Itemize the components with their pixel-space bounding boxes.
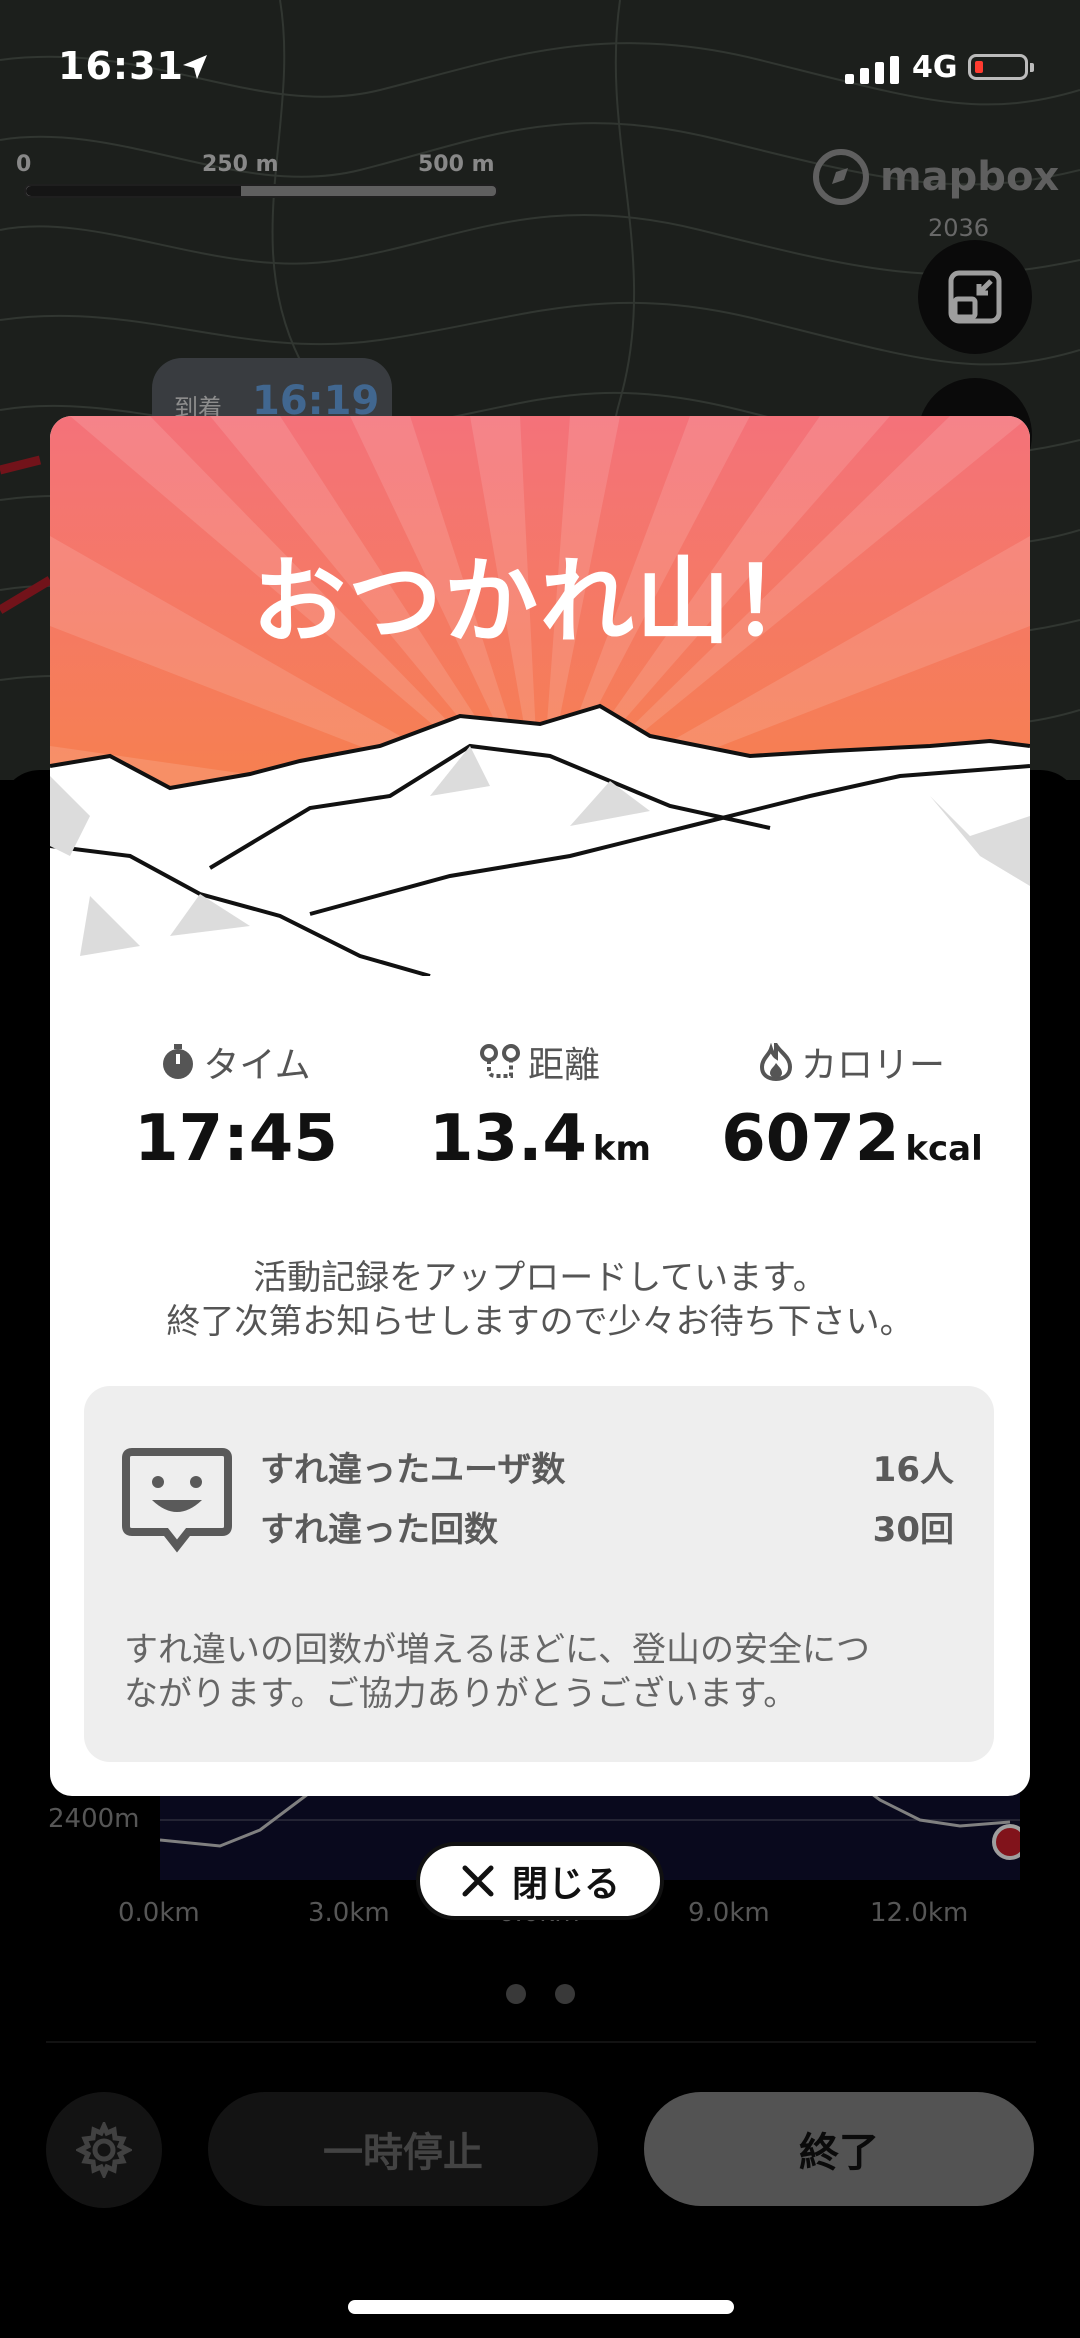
flame-icon: [759, 1043, 792, 1081]
hero-illustration: [50, 416, 1030, 976]
route-icon: [479, 1044, 520, 1078]
upload-message-line2: 終了次第お知らせしますので少々お待ち下さい。: [166, 1302, 914, 1342]
close-button[interactable]: 閉じる: [416, 1842, 664, 1920]
passing-count-label: すれ違った回数: [260, 1510, 498, 1550]
upload-message: 活動記録をアップロードしています。 終了次第お知らせしますので少々お待ち下さい。: [50, 1256, 1030, 1344]
passing-users-value: 16人: [872, 1450, 954, 1490]
stat-distance: 距離 13.4 km: [390, 1036, 690, 1176]
passing-info-box: すれ違ったユーザ数 16人 すれ違った回数 30回 すれ違いの回数が増えるほどに…: [84, 1386, 994, 1762]
passing-note: すれ違いの回数が増えるほどに、登山の安全につ ながります。ご協力ありがとうござい…: [124, 1628, 964, 1716]
passing-note-line2: ながります。ご協力ありがとうございます。: [124, 1674, 798, 1714]
modal-title: おつかれ山！: [251, 548, 828, 657]
stat-distance-unit: km: [592, 1129, 651, 1169]
signal-icon: [845, 56, 899, 84]
stat-distance-label: 距離: [527, 1045, 600, 1086]
close-icon: [462, 1865, 494, 1897]
stopwatch-icon: [163, 1044, 194, 1079]
battery-icon: [968, 54, 1034, 80]
home-indicator[interactable]: [348, 2300, 734, 2314]
stat-calories-unit: kcal: [905, 1129, 983, 1169]
summit-complete-modal: おつかれ山！ タイム 17:45 距離 13.4 km カロリー 6072 kc…: [50, 416, 1030, 1796]
network-type: 4G: [912, 50, 958, 85]
passing-users-label: すれ違ったユーザ数: [260, 1450, 566, 1490]
passing-note-line1: すれ違いの回数が増えるほどに、登山の安全につ: [124, 1630, 870, 1670]
stat-distance-value: 13.4: [429, 1102, 587, 1176]
location-arrow-icon: [183, 55, 207, 79]
stat-calories-value: 6072: [721, 1102, 900, 1176]
stat-time-label: タイム: [203, 1045, 311, 1086]
stat-time-value: 17:45: [134, 1102, 338, 1176]
stat-calories-label: カロリー: [800, 1045, 945, 1086]
stat-calories: カロリー 6072 kcal: [702, 1036, 1002, 1176]
status-time: 16:31: [58, 44, 184, 88]
stat-time: タイム 17:45: [86, 1036, 386, 1176]
smiley-chat-icon: [122, 1448, 232, 1553]
passing-count-value: 30回: [872, 1510, 954, 1550]
upload-message-line1: 活動記録をアップロードしています。: [253, 1258, 827, 1298]
close-label: 閉じる: [511, 1864, 620, 1905]
